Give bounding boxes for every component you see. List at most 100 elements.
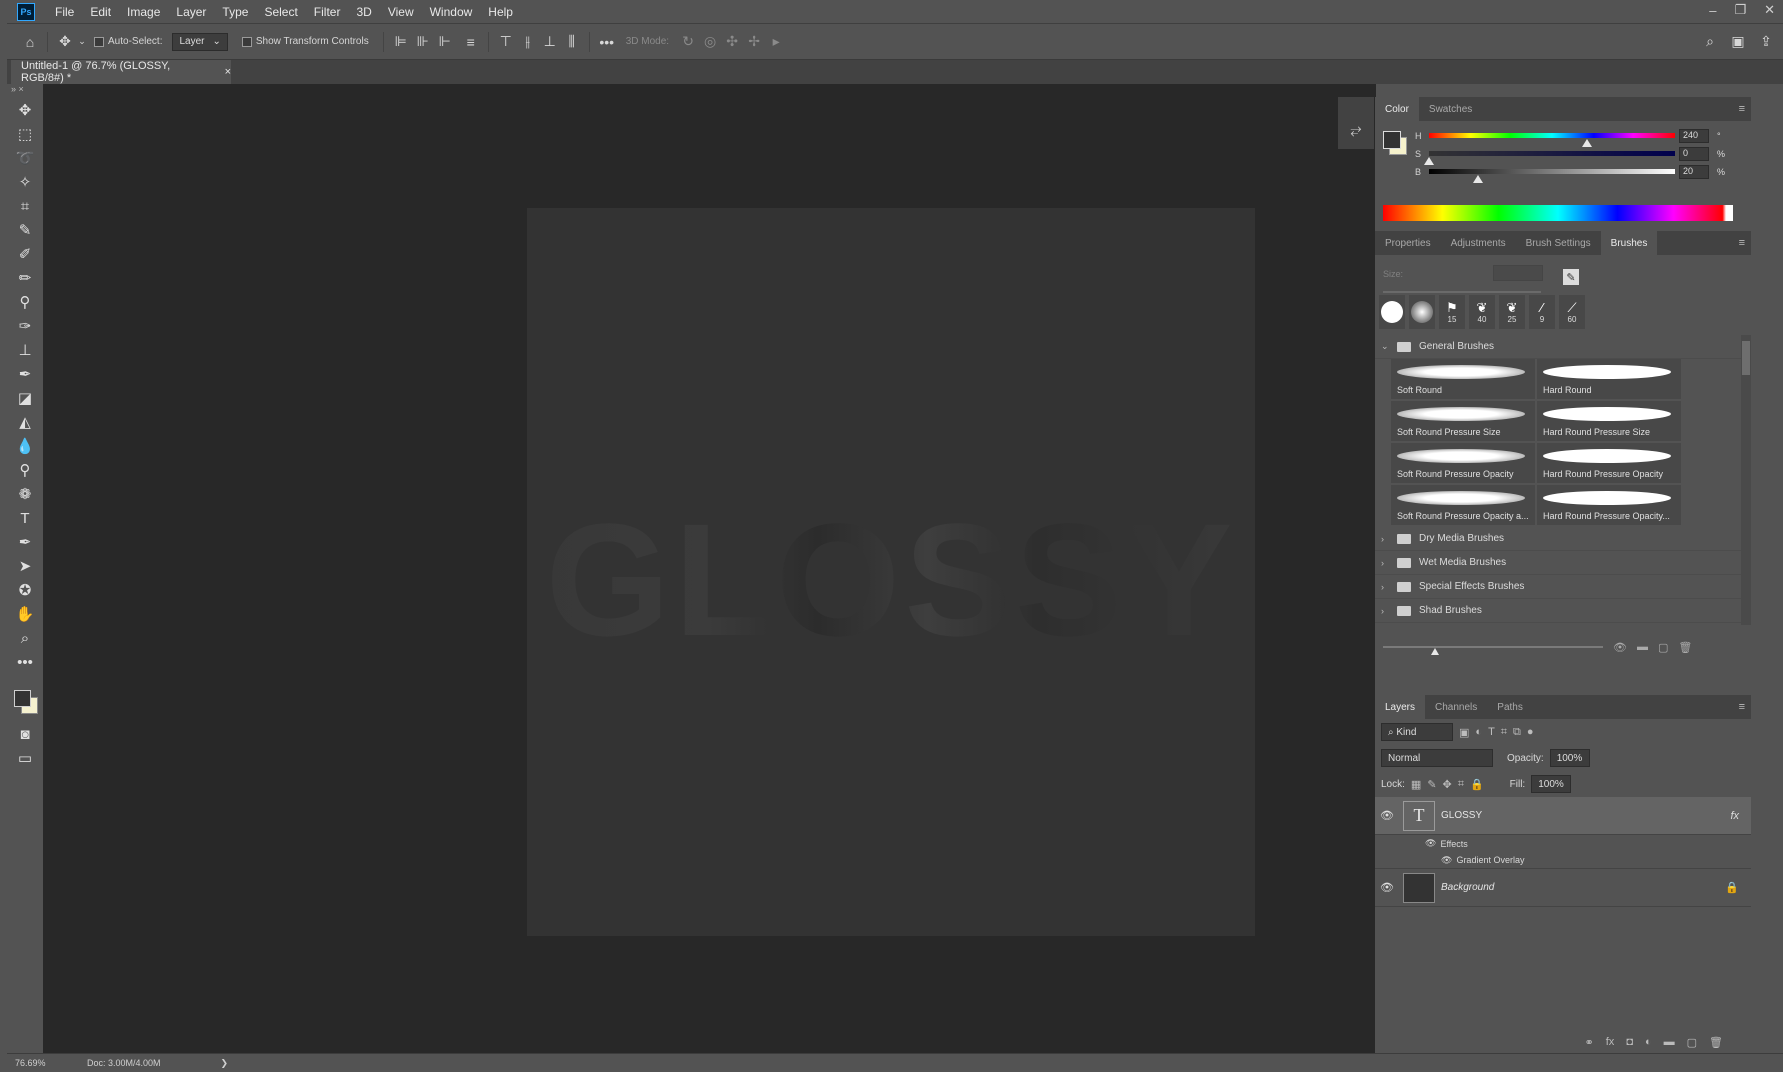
hue-thumb[interactable]: [1582, 139, 1592, 147]
stamp-tool-icon[interactable]: ⊥: [9, 338, 41, 362]
more-options-icon[interactable]: •••: [596, 31, 618, 53]
brush-hard-round-pressure-size[interactable]: Hard Round Pressure Size: [1537, 401, 1683, 443]
brightness-track[interactable]: [1429, 169, 1675, 174]
menu-type[interactable]: Type: [214, 5, 256, 19]
3d-pan-icon[interactable]: ✣: [721, 31, 743, 53]
3d-slide-icon[interactable]: ✢: [743, 31, 765, 53]
workspace-icon[interactable]: ▣: [1727, 31, 1749, 53]
delete-icon[interactable]: 🗑: [1678, 641, 1692, 654]
edit-toolbar-icon[interactable]: •••: [9, 650, 41, 674]
panel-menu-icon[interactable]: ≡: [1739, 103, 1745, 115]
path-selection-tool-icon[interactable]: ➤: [9, 554, 41, 578]
align-middle-icon[interactable]: ⫲: [517, 31, 539, 53]
link-layers-icon[interactable]: ⚭: [1585, 1036, 1594, 1049]
history-brush-tool-icon[interactable]: ✑: [9, 314, 41, 338]
custom-shape-tool-icon[interactable]: ✪: [9, 578, 41, 602]
menu-help[interactable]: Help: [480, 5, 521, 19]
chevron-right-icon[interactable]: ›: [1381, 558, 1389, 568]
brightness-value-field[interactable]: 20: [1679, 165, 1709, 179]
pen-tool-icon[interactable]: ✒: [9, 530, 41, 554]
menu-select[interactable]: Select: [256, 5, 305, 19]
marquee-tool-icon[interactable]: ⬚: [9, 122, 41, 146]
3d-roll-icon[interactable]: ◎: [699, 31, 721, 53]
brush-soft-round[interactable]: Soft Round: [1391, 359, 1537, 401]
filter-pixel-icon[interactable]: ▣: [1459, 726, 1469, 739]
chevron-down-icon[interactable]: ⌄: [76, 31, 88, 53]
restore-icon[interactable]: ❐: [1734, 2, 1746, 18]
effect-gradient-overlay[interactable]: 👁 Gradient Overlay: [1375, 852, 1751, 869]
panel-menu-icon[interactable]: ≡: [1739, 701, 1745, 713]
lock-transparent-icon[interactable]: ▦: [1411, 778, 1421, 791]
menu-window[interactable]: Window: [422, 5, 481, 19]
screen-mode-icon[interactable]: ▭: [9, 746, 41, 770]
layer-effects-icon[interactable]: fx: [1730, 810, 1739, 822]
lasso-tool-icon[interactable]: ➰: [9, 146, 41, 170]
menu-3d[interactable]: 3D: [348, 5, 379, 19]
saturation-thumb[interactable]: [1424, 157, 1434, 165]
new-group-icon[interactable]: ▬: [1664, 1036, 1675, 1048]
minimize-icon[interactable]: –: [1709, 3, 1716, 18]
move-tool-icon[interactable]: ✥: [9, 98, 41, 122]
align-left-icon[interactable]: ⊫: [390, 31, 412, 53]
add-layer-style-icon[interactable]: fx: [1606, 1036, 1615, 1048]
scrollbar-thumb[interactable]: [1742, 341, 1750, 375]
panel-menu-icon[interactable]: ≡: [1739, 237, 1745, 249]
hue-value-field[interactable]: 240: [1679, 129, 1709, 143]
align-right-icon[interactable]: ⊩: [434, 31, 456, 53]
folder-dry-media-brushes[interactable]: › Dry Media Brushes: [1375, 527, 1741, 551]
preset-brush-40[interactable]: ❦ 40: [1469, 295, 1495, 329]
menu-image[interactable]: Image: [119, 5, 168, 19]
align-center-icon[interactable]: ⊪: [412, 31, 434, 53]
align-bottom-icon[interactable]: ⊥: [539, 31, 561, 53]
clone-stamp-tool-icon[interactable]: ⚲: [9, 290, 41, 314]
menu-layer[interactable]: Layer: [168, 5, 214, 19]
distribute-vertical-icon[interactable]: ≡: [460, 31, 482, 53]
color-swatches[interactable]: [9, 680, 41, 716]
share-icon[interactable]: ⇪: [1755, 31, 1777, 53]
tab-adjustments[interactable]: Adjustments: [1441, 231, 1516, 255]
preset-soft-round[interactable]: [1409, 295, 1435, 329]
checkbox-icon[interactable]: [241, 36, 252, 47]
lock-artboard-icon[interactable]: ⌗: [1458, 778, 1464, 791]
menu-edit[interactable]: Edit: [82, 5, 119, 19]
blur-tool-icon[interactable]: 💧: [9, 434, 41, 458]
search-icon[interactable]: ⌕: [1699, 31, 1721, 53]
document-tab[interactable]: Untitled-1 @ 76.7% (GLOSSY, RGB/8#) * ×: [11, 60, 231, 84]
history-panel-icon[interactable]: ⥂: [1338, 111, 1374, 147]
filter-kind-dropdown[interactable]: ⌕ Kind: [1381, 723, 1453, 741]
brush-tool-icon[interactable]: ✏: [9, 266, 41, 290]
sponge-tool-icon[interactable]: ❁: [9, 482, 41, 506]
brush-hard-round-pressure-opacity-b[interactable]: Hard Round Pressure Opacity...: [1537, 485, 1683, 527]
new-group-icon[interactable]: ▬: [1637, 641, 1648, 653]
preset-brush-60[interactable]: ⟋ 60: [1559, 295, 1585, 329]
filter-smart-object-icon[interactable]: ⧉: [1513, 726, 1521, 739]
auto-select-dropdown[interactable]: Layer ⌄: [172, 32, 228, 51]
document-canvas[interactable]: GLOSSY: [527, 208, 1255, 936]
status-menu-icon[interactable]: ❯: [221, 1058, 229, 1069]
lock-all-icon[interactable]: 🔒: [1470, 778, 1484, 791]
quick-mask-icon[interactable]: ◙: [9, 722, 41, 746]
lock-image-icon[interactable]: ✎: [1427, 778, 1436, 791]
preview-size-slider[interactable]: [1383, 646, 1603, 655]
tab-paths[interactable]: Paths: [1487, 695, 1533, 719]
brightness-slider[interactable]: B 20 %: [1415, 165, 1745, 183]
brightness-thumb[interactable]: [1473, 175, 1483, 183]
dodge-tool-icon[interactable]: ⚲: [9, 458, 41, 482]
layer-row-background[interactable]: 👁 Background 🔒: [1375, 869, 1751, 907]
folder-special-effects-brushes[interactable]: › Special Effects Brushes: [1375, 575, 1741, 599]
brush-soft-round-pressure-opacity-a[interactable]: Soft Round Pressure Opacity a...: [1391, 485, 1537, 527]
opacity-field[interactable]: 100%: [1549, 749, 1590, 767]
auto-select-checkbox[interactable]: Auto-Select:: [94, 36, 162, 47]
filter-type-icon[interactable]: T: [1488, 726, 1495, 738]
saturation-track[interactable]: [1429, 151, 1675, 156]
tab-layers[interactable]: Layers: [1375, 695, 1426, 719]
eye-visibility-icon[interactable]: 👁: [1375, 809, 1399, 822]
distribute-horizontal-icon[interactable]: ⫼: [561, 31, 583, 53]
magic-wand-tool-icon[interactable]: ✧: [9, 170, 41, 194]
brush-size-field[interactable]: [1493, 265, 1543, 281]
zoom-tool-icon[interactable]: ⌕: [9, 626, 41, 650]
color-spectrum-ramp[interactable]: [1383, 205, 1733, 221]
menu-view[interactable]: View: [380, 5, 422, 19]
delete-layer-icon[interactable]: 🗑: [1709, 1036, 1723, 1049]
eye-visibility-icon[interactable]: 👁: [1425, 838, 1436, 849]
